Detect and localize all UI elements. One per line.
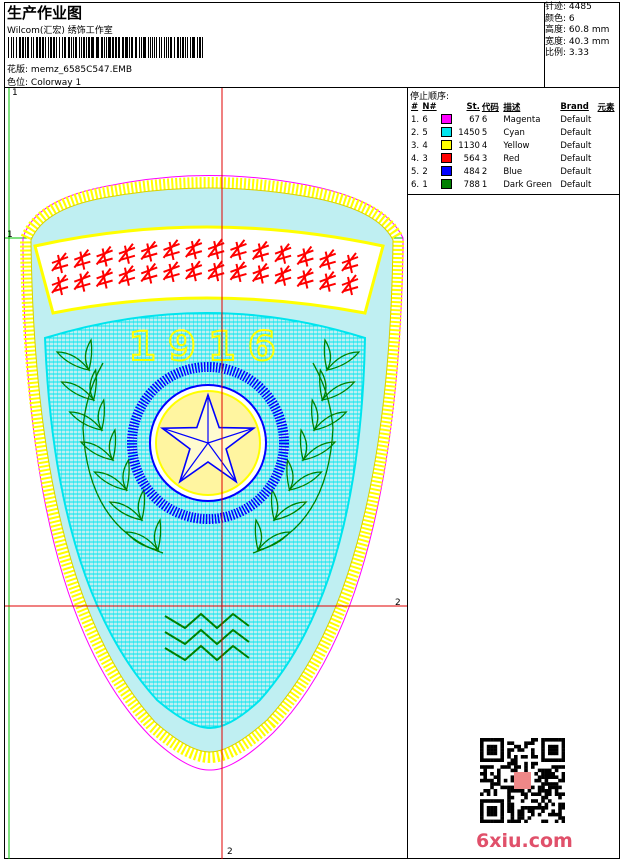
row-code: 5 (481, 127, 488, 138)
row-stitches: 564 (463, 153, 480, 164)
row-swatch (440, 126, 455, 139)
row-needle: 6 (422, 114, 428, 125)
row-needle: 4 (422, 140, 428, 151)
stat-height: 高度: 60.8 mm (545, 25, 610, 36)
row-code: 6 (481, 114, 488, 125)
col-stitches: St. (466, 102, 480, 112)
row-element (597, 165, 618, 178)
colorway-label: 色位: (7, 78, 29, 88)
table-row: 3. 4 1130 4 Yellow Default (410, 139, 618, 152)
row-swatch (440, 113, 455, 126)
color-swatch (440, 114, 452, 125)
row-needle: 1 (422, 179, 428, 190)
colorway: 色位: Colorway 1 (7, 75, 81, 88)
colorway-value: Colorway 1 (30, 78, 82, 88)
row-element (597, 126, 618, 139)
row-desc: Magenta (503, 114, 541, 125)
row-desc: Dark Green (503, 179, 552, 190)
design-stats: 针迹: 4485 颜色: 6 高度: 60.8 mm 宽度: 40.3 mm 比… (545, 2, 618, 60)
row-num: 5. (411, 166, 420, 177)
row-swatch (440, 152, 455, 165)
row-stitches: 1130 (458, 140, 480, 151)
color-swatch (440, 127, 452, 138)
row-needle: 5 (422, 127, 428, 138)
table-row: 5. 2 484 2 Blue Default (410, 165, 618, 178)
row-swatch (440, 139, 455, 152)
design-value: memz_6585C547.EMB (30, 65, 133, 75)
row-num: 6. (411, 179, 420, 190)
row-stitches: 788 (463, 179, 480, 190)
row-code: 1 (481, 179, 488, 190)
col-num: # (411, 102, 419, 112)
stat-scale: 比例: 3.33 (545, 48, 589, 59)
qr-logo (514, 772, 531, 789)
row-needle: 2 (422, 166, 428, 177)
table-row: 6. 1 788 1 Dark Green Default (410, 178, 618, 191)
barcode (8, 37, 203, 58)
company-name: Wilcom(汇宏) 绣饰工作室 (7, 26, 113, 36)
row-brand: Default (560, 166, 592, 177)
axis-label-top: 1 (12, 88, 18, 98)
row-element (597, 152, 618, 165)
row-num: 4. (411, 153, 420, 164)
row-brand: Default (560, 127, 592, 138)
row-desc: Blue (503, 166, 523, 177)
panel-divider (407, 87, 408, 859)
design-canvas: 1916 (5, 88, 407, 859)
col-needle: N# (422, 102, 437, 112)
table-row: 2. 5 1450 5 Cyan Default (410, 126, 618, 139)
row-element (597, 113, 618, 126)
design-file: 花版: memz_6585C547.EMB (7, 62, 132, 75)
color-swatch (440, 179, 452, 190)
axis-label-left: 1 (7, 230, 13, 240)
row-stitches: 1450 (458, 127, 480, 138)
row-stitches: 67 (469, 114, 480, 125)
axis-label-right: 2 (395, 598, 401, 608)
stat-stitches: 针迹: 4485 (545, 2, 592, 12)
stat-width: 宽度: 40.3 mm (545, 36, 610, 47)
row-stitches: 484 (463, 166, 480, 177)
color-swatch (440, 140, 452, 151)
row-code: 3 (481, 153, 488, 164)
table-header-row: # N# St. 代码 描述 Brand 元素 (410, 101, 618, 113)
stop-sequence-table: # N# St. 代码 描述 Brand 元素 1. 6 67 6 Magenta Def… (410, 101, 618, 191)
row-desc: Yellow (503, 140, 530, 151)
row-code: 2 (481, 166, 488, 177)
stat-colors: 颜色: 6 (545, 13, 575, 24)
col-desc: 描述 (503, 103, 521, 113)
row-element (597, 178, 618, 191)
row-swatch (440, 178, 455, 191)
col-code: 代码 (481, 103, 499, 113)
row-element (597, 139, 618, 152)
row-desc: Red (503, 153, 520, 164)
table-row: 4. 3 564 3 Red Default (410, 152, 618, 165)
panel-bottom-divider (407, 194, 620, 195)
row-num: 3. (411, 140, 420, 151)
design-label: 花版: (7, 65, 29, 75)
col-element: 元素 (597, 103, 615, 113)
qr-code (480, 738, 565, 823)
row-brand: Default (560, 179, 592, 190)
row-swatch (440, 165, 455, 178)
col-brand: Brand (560, 102, 589, 112)
axis-label-bottom: 2 (227, 847, 233, 857)
page-title: 生产作业图 (7, 4, 83, 22)
row-needle: 3 (422, 153, 428, 164)
color-swatch (440, 153, 452, 164)
watermark: 6xiu.com (476, 830, 573, 852)
row-brand: Default (560, 153, 592, 164)
row-brand: Default (560, 114, 592, 125)
col-swatch (440, 101, 455, 113)
row-desc: Cyan (503, 127, 525, 138)
color-swatch (440, 166, 452, 177)
table-row: 1. 6 67 6 Magenta Default (410, 113, 618, 126)
row-num: 1. (411, 114, 420, 125)
row-brand: Default (560, 140, 592, 151)
row-code: 4 (481, 140, 488, 151)
row-num: 2. (411, 127, 420, 138)
